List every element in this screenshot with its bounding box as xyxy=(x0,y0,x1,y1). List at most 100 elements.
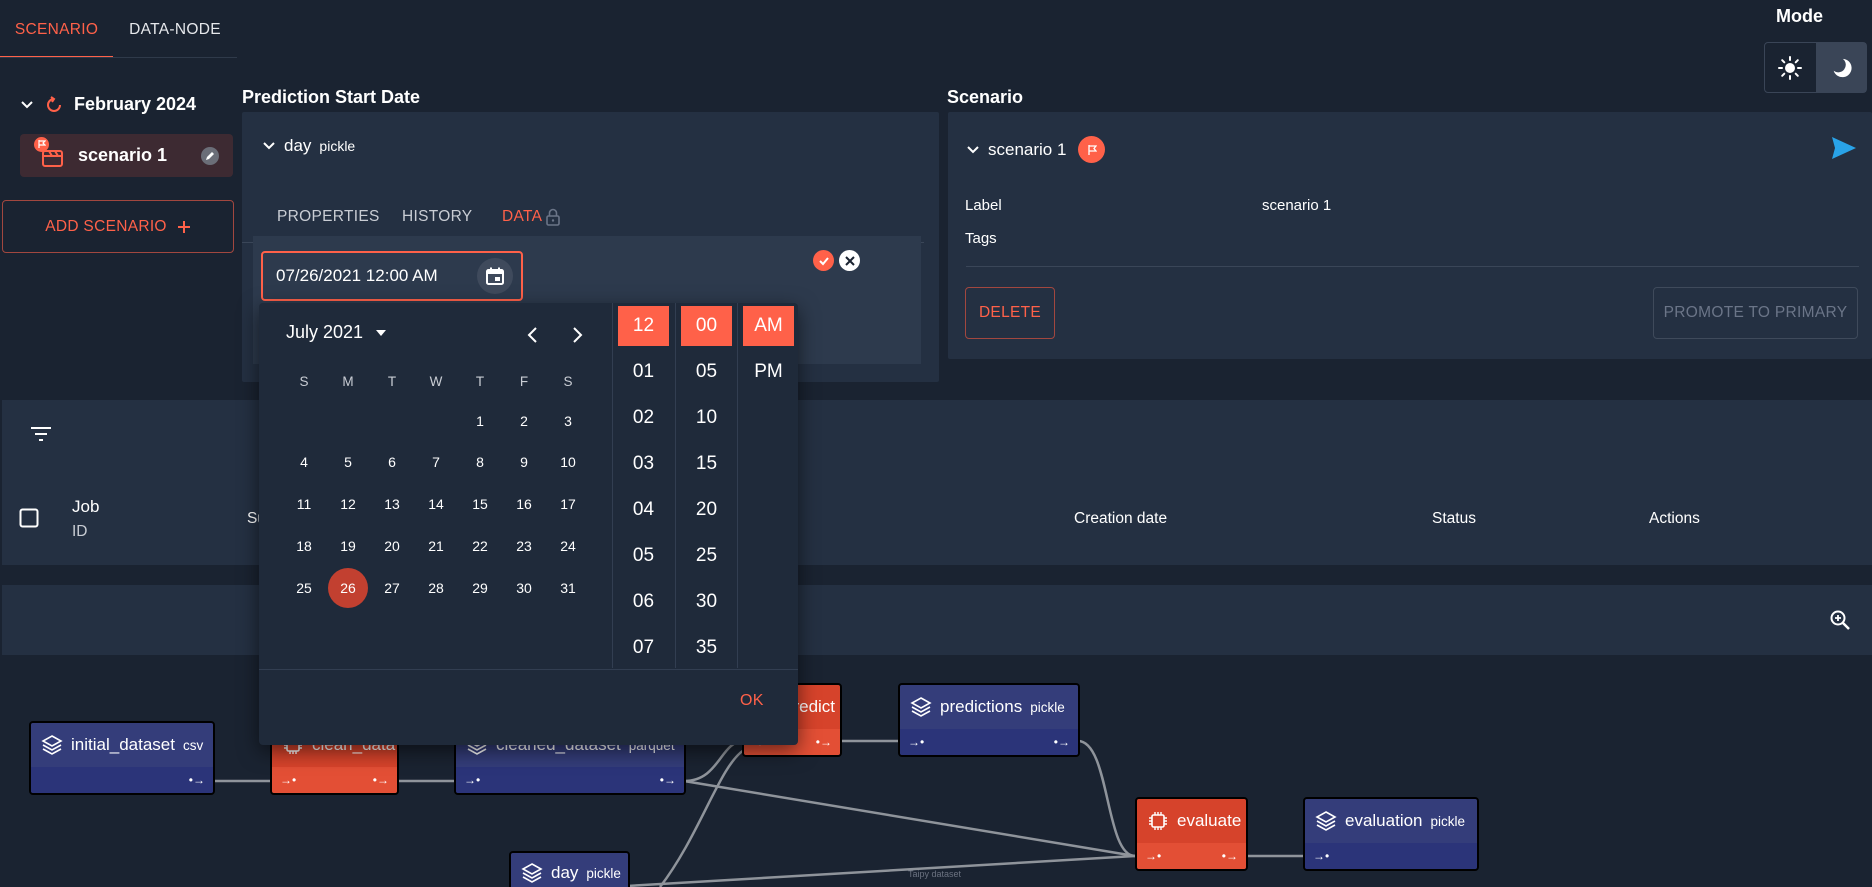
calendar-day[interactable]: 29 xyxy=(460,568,500,608)
next-month-button[interactable] xyxy=(568,320,586,350)
caret-down-icon[interactable] xyxy=(375,327,387,339)
hour-option[interactable]: 01 xyxy=(613,349,674,395)
hour-option[interactable]: 05 xyxy=(613,533,674,579)
mode-toggle[interactable] xyxy=(1764,42,1867,93)
status-header[interactable]: Status xyxy=(1432,510,1476,528)
edit-scenario-button[interactable] xyxy=(201,147,219,165)
cycle-header[interactable]: February 2024 xyxy=(20,94,196,115)
calendar-day[interactable]: 11 xyxy=(284,484,324,524)
add-scenario-button[interactable]: ADD SCENARIO xyxy=(2,200,234,253)
tab-data-node[interactable]: DATA-NODE xyxy=(113,12,237,48)
scenario-header[interactable]: scenario 1 xyxy=(966,136,1106,163)
tab-properties[interactable]: PROPERTIES xyxy=(277,208,380,226)
tab-data[interactable]: DATA xyxy=(502,208,561,226)
actions-header[interactable]: Actions xyxy=(1649,510,1700,528)
calendar-day[interactable]: 22 xyxy=(460,526,500,566)
scenario-label: scenario 1 xyxy=(78,145,168,165)
calendar-day[interactable]: 8 xyxy=(460,442,500,482)
creation-date-header[interactable]: Creation date xyxy=(1074,510,1167,528)
open-calendar-button[interactable] xyxy=(477,258,513,294)
calendar-day[interactable]: 28 xyxy=(416,568,456,608)
minute-option[interactable]: 25 xyxy=(676,533,737,579)
calendar-day[interactable]: 5 xyxy=(328,442,368,482)
calendar-day[interactable]: 31 xyxy=(548,568,588,608)
calendar-day[interactable]: 14 xyxy=(416,484,456,524)
calendar-day[interactable]: 20 xyxy=(372,526,412,566)
node-name: initial_dataset xyxy=(71,735,175,754)
cancel-button[interactable] xyxy=(839,250,860,271)
hours-column[interactable]: 12 01 02 03 04 05 06 07 xyxy=(612,303,674,668)
ok-button[interactable]: OK xyxy=(740,692,764,710)
hour-option-selected[interactable]: 12 xyxy=(618,306,669,346)
calendar-day[interactable]: 13 xyxy=(372,484,412,524)
calendar-day[interactable]: 9 xyxy=(504,442,544,482)
data-node-header[interactable]: day pickle xyxy=(262,136,355,156)
input-port-icon: →• xyxy=(280,773,297,787)
dag-node-evaluate[interactable]: evaluate →• •→ xyxy=(1135,797,1248,871)
date-time-input[interactable]: 07/26/2021 12:00 AM xyxy=(261,251,523,301)
hour-option[interactable]: 06 xyxy=(613,579,674,625)
calendar-day[interactable]: 7 xyxy=(416,442,456,482)
dag-node-evaluation[interactable]: evaluation pickle →• xyxy=(1303,797,1479,871)
hour-option[interactable]: 02 xyxy=(613,395,674,441)
dag-node-day[interactable]: day pickle xyxy=(509,851,630,887)
tab-scenario[interactable]: SCENARIO xyxy=(0,12,113,58)
layers-icon xyxy=(910,697,932,717)
minute-option[interactable]: 10 xyxy=(676,395,737,441)
job-header[interactable]: Job xyxy=(72,497,99,517)
output-port-icon: •→ xyxy=(815,735,832,749)
light-mode-button[interactable] xyxy=(1765,43,1816,92)
calendar-day[interactable]: 15 xyxy=(460,484,500,524)
calendar-day[interactable]: 25 xyxy=(284,568,324,608)
calendar-day[interactable]: 10 xyxy=(548,442,588,482)
ampm-option[interactable]: PM xyxy=(738,349,799,395)
hour-option[interactable]: 03 xyxy=(613,441,674,487)
selected-day[interactable]: 26 xyxy=(328,568,368,608)
calendar-day[interactable]: 12 xyxy=(328,484,368,524)
calendar-day[interactable]: 1 xyxy=(460,401,500,441)
minute-option[interactable]: 05 xyxy=(676,349,737,395)
month-label: July 2021 xyxy=(286,322,364,342)
calendar-day[interactable]: 19 xyxy=(328,526,368,566)
minute-option[interactable]: 35 xyxy=(676,625,737,668)
select-all-checkbox[interactable] xyxy=(19,508,39,528)
month-selector[interactable]: July 2021 xyxy=(286,322,387,343)
minute-option[interactable]: 20 xyxy=(676,487,737,533)
previous-month-button[interactable] xyxy=(524,320,542,350)
ampm-option-selected[interactable]: AM xyxy=(743,306,794,346)
submit-scenario-button[interactable] xyxy=(1831,136,1857,160)
calendar-day[interactable]: 30 xyxy=(504,568,544,608)
hour-option[interactable]: 04 xyxy=(613,487,674,533)
minute-option[interactable]: 30 xyxy=(676,579,737,625)
chevron-down-icon[interactable] xyxy=(20,98,34,112)
calendar-day[interactable]: 27 xyxy=(372,568,412,608)
id-header[interactable]: ID xyxy=(72,523,88,541)
tab-history[interactable]: HISTORY xyxy=(402,208,472,226)
minute-option-selected[interactable]: 00 xyxy=(681,306,732,346)
filter-icon[interactable] xyxy=(30,425,52,443)
chevron-down-icon[interactable] xyxy=(262,139,276,153)
calendar-day[interactable]: 4 xyxy=(284,442,324,482)
calendar-day[interactable]: 6 xyxy=(372,442,412,482)
calendar-day[interactable]: 3 xyxy=(548,401,588,441)
promote-to-primary-button[interactable]: PROMOTE TO PRIMARY xyxy=(1653,287,1858,339)
hour-option[interactable]: 07 xyxy=(613,625,674,668)
ampm-column[interactable]: AM PM xyxy=(737,303,799,668)
calendar-day[interactable]: 2 xyxy=(504,401,544,441)
calendar-day[interactable]: 17 xyxy=(548,484,588,524)
minutes-column[interactable]: 00 05 10 15 20 25 30 35 xyxy=(675,303,737,668)
dag-node-initial-dataset[interactable]: initial_dataset csv •→ xyxy=(29,721,215,795)
calendar-day[interactable]: 21 xyxy=(416,526,456,566)
calendar-day[interactable]: 23 xyxy=(504,526,544,566)
calendar-day[interactable]: 16 xyxy=(504,484,544,524)
dark-mode-button[interactable] xyxy=(1815,43,1866,92)
calendar-day[interactable]: 18 xyxy=(284,526,324,566)
zoom-in-icon[interactable] xyxy=(1829,609,1851,631)
apply-button[interactable] xyxy=(813,250,834,271)
calendar-day[interactable]: 24 xyxy=(548,526,588,566)
tree-scenario-item[interactable]: scenario 1 xyxy=(20,134,233,177)
minute-option[interactable]: 15 xyxy=(676,441,737,487)
dag-node-predictions[interactable]: predictions pickle →• •→ xyxy=(898,683,1080,757)
chevron-down-icon[interactable] xyxy=(966,143,980,157)
delete-button[interactable]: DELETE xyxy=(965,287,1055,339)
